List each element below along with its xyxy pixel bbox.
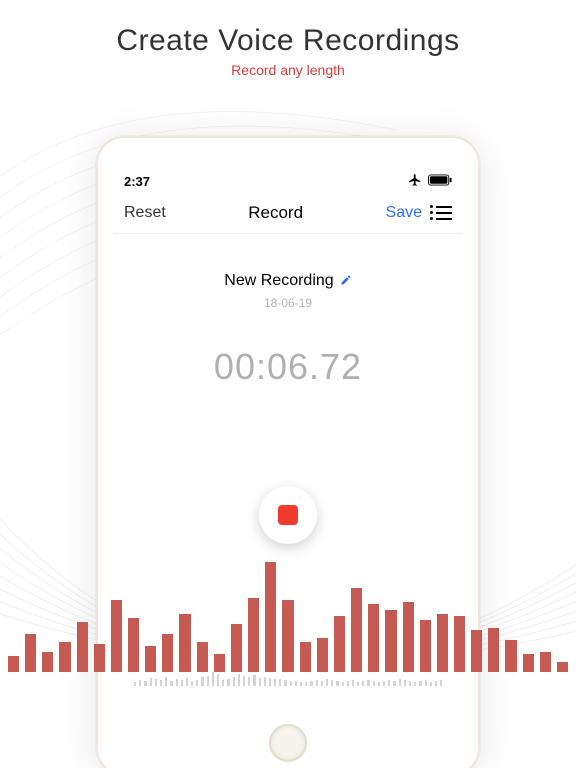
recording-date: 18-06-19 (114, 296, 462, 310)
list-icon[interactable] (430, 205, 452, 220)
home-button[interactable] (269, 724, 307, 762)
promo-subtitle: Record any length (0, 62, 576, 78)
save-button[interactable]: Save (386, 204, 422, 222)
tablet-screen: 2:37 Reset Record Save New Recording (114, 170, 462, 714)
tablet-frame: 2:37 Reset Record Save New Recording (96, 136, 480, 768)
screen-title: Record (174, 203, 378, 223)
pencil-icon[interactable] (340, 274, 352, 289)
nav-bar: Reset Record Save (114, 192, 462, 234)
status-bar: 2:37 (114, 170, 462, 192)
reset-button[interactable]: Reset (124, 204, 166, 222)
mini-waveform (132, 662, 444, 686)
status-time: 2:37 (124, 174, 150, 189)
battery-icon (428, 174, 452, 189)
recording-title[interactable]: New Recording (224, 272, 333, 290)
stop-icon (278, 505, 298, 525)
airplane-mode-icon (408, 173, 422, 190)
promo-title: Create Voice Recordings (0, 24, 576, 58)
record-stop-button[interactable] (259, 486, 317, 544)
recording-timer: 00:06.72 (114, 346, 462, 388)
